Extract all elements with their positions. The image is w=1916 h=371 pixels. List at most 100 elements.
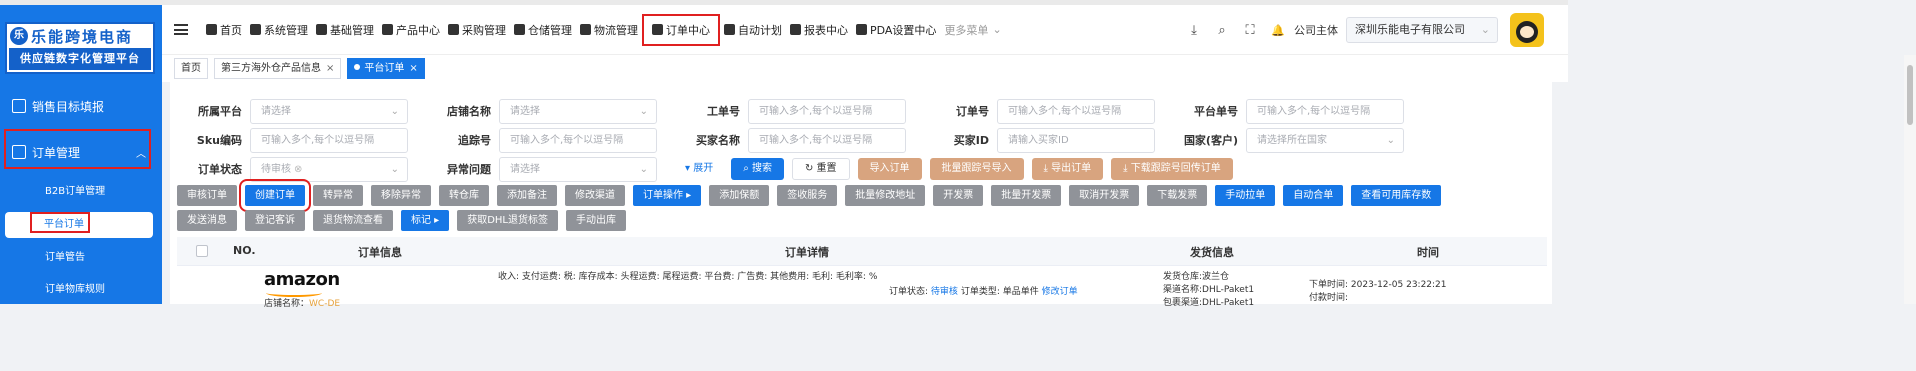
nav-menu-order-center[interactable]: 订单中心 (642, 13, 720, 46)
filter-label: Sku编码 (196, 134, 242, 147)
sidebar-subitem-order-warning[interactable]: 订单管告 (0, 245, 162, 271)
buyer-name-input[interactable]: 可输入多个,每个以逗号隔 (748, 127, 906, 153)
batch-tracking-import-button[interactable]: 批量跟踪号导入 (929, 158, 1024, 180)
menu-toggle-icon[interactable] (174, 24, 188, 35)
page-tabs: 首页 第三方海外仓产品信息 × 平台订单 × (162, 55, 1568, 82)
dhl-return-label-button[interactable]: 获取DHL退货标签 (457, 210, 558, 231)
fullscreen-icon[interactable]: ⛶ (1239, 23, 1261, 38)
create-order-button[interactable]: 创建订单 (239, 179, 311, 212)
tab-home[interactable]: 首页 (174, 58, 208, 79)
store-select[interactable]: 请选择 ⌄ (499, 98, 657, 124)
batch-invoice-button[interactable]: 批量开发票 (991, 185, 1062, 206)
modify-channel-button[interactable]: 修改渠道 (565, 185, 625, 206)
work-order-input[interactable]: 可输入多个,每个以逗号隔 (748, 98, 906, 124)
nav-menu-report[interactable]: 报表中心 (786, 14, 852, 46)
brand-title: 乐能跨境电商 (31, 27, 134, 46)
nav-menu-home[interactable]: 首页 (202, 14, 246, 46)
tab-third-party-products[interactable]: 第三方海外仓产品信息 × (214, 58, 342, 79)
sidebar-subitem-platform-orders[interactable]: 平台订单 (5, 212, 153, 238)
order-number-input[interactable]: 可输入多个,每个以逗号隔 (997, 98, 1155, 124)
scrollbar-thumb[interactable] (1907, 65, 1913, 125)
action-bar-row-2: 发送消息 登记客诉 退货物流查看 标记 ▸ 获取DHL退货标签 手动出库 (177, 210, 634, 231)
send-message-button[interactable]: 发送消息 (177, 210, 237, 231)
issue-invoice-button[interactable]: 开发票 (933, 185, 984, 206)
manual-outbound-button[interactable]: 手动出库 (566, 210, 626, 231)
tab-platform-orders[interactable]: 平台订单 × (347, 58, 425, 79)
system-icon (250, 24, 261, 35)
filter-label: 追踪号 (458, 134, 491, 147)
remove-exception-button[interactable]: 移除异常 (371, 185, 431, 206)
filter-label: 订单状态 (198, 163, 242, 176)
nav-menu-label: 基础管理 (330, 23, 374, 37)
clear-tag-icon[interactable]: ⊗ (294, 164, 302, 175)
page-scrollbar[interactable] (1904, 55, 1916, 304)
chevron-down-icon: ⌄ (992, 23, 1002, 36)
sidebar-item-order-management[interactable]: 订单管理 ︿ (0, 137, 162, 167)
view-stock-button[interactable]: 查看可用库存数 (1351, 185, 1442, 206)
nav-menu-auto-plan[interactable]: 自动计划 (720, 14, 786, 46)
exception-select[interactable]: 请选择 ⌄ (499, 156, 657, 182)
close-icon[interactable]: × (409, 63, 417, 74)
add-remark-button[interactable]: 添加备注 (497, 185, 557, 206)
expand-button[interactable]: ▾ 展开 (685, 158, 723, 180)
download-tracking-return-button[interactable]: ⤓ 下载跟踪号回传订单 (1111, 158, 1233, 180)
platform-order-input[interactable]: 可输入多个,每个以逗号隔 (1246, 98, 1404, 124)
search-button[interactable]: ⌕ 搜索 (731, 158, 784, 180)
edit-order-link[interactable]: 修改订单 (1042, 287, 1078, 297)
nav-menu-product[interactable]: 产品中心 (378, 14, 444, 46)
nav-menu-system[interactable]: 系统管理 (246, 14, 312, 46)
manual-pull-button[interactable]: 手动拉单 (1215, 185, 1276, 206)
audit-order-button[interactable]: 审核订单 (177, 185, 237, 206)
export-orders-button[interactable]: ⤓ 导出订单 (1031, 158, 1104, 180)
tab-label: 第三方海外仓产品信息 (221, 63, 321, 74)
status-value: 待审核 (930, 287, 958, 297)
tracking-input[interactable]: 可输入多个,每个以逗号隔 (499, 127, 657, 153)
bell-icon[interactable]: 🔔 (1267, 24, 1289, 37)
platform-select[interactable]: 请选择 ⌄ (250, 98, 408, 124)
nav-menu-basic[interactable]: 基础管理 (312, 14, 378, 46)
batch-modify-address-button[interactable]: 批量修改地址 (845, 185, 926, 206)
close-icon[interactable]: × (326, 63, 334, 74)
cancel-invoice-button[interactable]: 取消开发票 (1069, 185, 1140, 206)
nav-menu-warehouse[interactable]: 仓储管理 (510, 14, 576, 46)
return-logistics-button[interactable]: 退货物流查看 (313, 210, 393, 231)
signature-service-button[interactable]: 签收服务 (777, 185, 838, 206)
shipping-warehouse: 发货仓库:波兰仓 (1163, 269, 1229, 282)
search-icon[interactable]: ⌕ (1211, 23, 1233, 38)
nav-menu-purchase[interactable]: 采购管理 (444, 14, 510, 46)
chevron-up-icon[interactable]: ︿ (136, 145, 146, 160)
avatar[interactable] (1510, 13, 1544, 47)
transfer-warehouse-button[interactable]: 转仓库 (439, 185, 489, 206)
country-select[interactable]: 请选择所在国家 ⌄ (1246, 127, 1404, 153)
main-content: 所属平台 请选择 ⌄ 店铺名称 请选择 ⌄ 工单号 可输入多个,每个以逗号隔 订单号… (170, 82, 1552, 309)
brand-logo[interactable]: 乐 乐能跨境电商 供应链数字化管理平台 (5, 22, 155, 74)
import-orders-button[interactable]: 导入订单 (857, 158, 922, 180)
mark-button[interactable]: 标记 ▸ (401, 210, 450, 231)
nav-menu-more[interactable]: 更多菜单 ⌄ (940, 14, 1005, 46)
sku-input[interactable]: 可输入多个,每个以逗号隔 (250, 127, 408, 153)
order-actions-button[interactable]: 订单操作 ▸ (633, 185, 702, 206)
add-insurance-button[interactable]: 添加保额 (709, 185, 770, 206)
select-all-checkbox[interactable] (196, 245, 208, 257)
filter-label: 店铺名称 (447, 105, 491, 118)
filter-label: 买家名称 (696, 134, 740, 147)
package-label: 包裹渠道: (1163, 298, 1203, 308)
download-icon[interactable]: ⤓ (1183, 23, 1205, 38)
register-complaint-button[interactable]: 登记客诉 (245, 210, 305, 231)
buyer-id-input[interactable]: 请输入买家ID (997, 127, 1155, 153)
auto-merge-button[interactable]: 自动合单 (1283, 185, 1344, 206)
store-value[interactable]: WC-DE (309, 299, 340, 309)
mark-exception-button[interactable]: 转异常 (313, 185, 363, 206)
download-invoice-button[interactable]: 下载发票 (1147, 185, 1208, 206)
sidebar-subitem-b2b-orders[interactable]: B2B订单管理 (0, 179, 162, 205)
type-label: 订单类型: (960, 287, 1000, 297)
tenant-select[interactable]: 深圳乐能电子有限公司 ⌄ (1346, 17, 1498, 43)
sidebar-item-sales-target[interactable]: 销售目标填报 (0, 91, 162, 121)
report-icon (790, 24, 801, 35)
filter-row-1: 所属平台 请选择 ⌄ 店铺名称 请选择 ⌄ 工单号 可输入多个,每个以逗号隔 订单号… (170, 98, 1404, 124)
reset-button[interactable]: ↻ 重置 (791, 158, 850, 180)
nav-menu-logistics[interactable]: 物流管理 (576, 14, 642, 46)
nav-menu-pda[interactable]: PDA设置中心 (852, 14, 940, 46)
order-status-select[interactable]: 待审核 ⊗ ⌄ (250, 156, 408, 182)
sidebar-subitem-order-rules[interactable]: 订单物库规则 (0, 277, 162, 303)
